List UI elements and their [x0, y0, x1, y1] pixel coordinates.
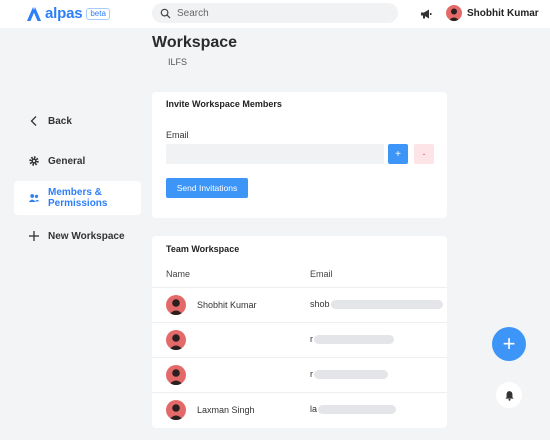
- user-silhouette-icon: [169, 299, 183, 315]
- megaphone-icon[interactable]: [420, 8, 432, 20]
- user-silhouette-icon: [169, 369, 183, 385]
- user-silhouette-icon: [169, 334, 183, 350]
- avatar: [166, 330, 186, 350]
- member-name: Laxman Singh: [197, 405, 255, 415]
- sidebar-item-label: Members & Permissions: [48, 187, 108, 209]
- page-title: Workspace: [152, 34, 238, 51]
- plus-icon: [28, 230, 40, 242]
- beta-badge: beta: [86, 7, 110, 20]
- avatar: [446, 5, 462, 21]
- send-invitations-button[interactable]: Send Invitations: [166, 178, 248, 198]
- sidebar-item-new-workspace[interactable]: New Workspace: [14, 219, 141, 253]
- sidebar-item-label: Back: [48, 115, 72, 127]
- member-name: Shobhit Kumar: [197, 300, 257, 310]
- user-name: Shobhit Kumar: [467, 7, 539, 19]
- email-prefix: r: [310, 369, 313, 379]
- email-prefix: la: [310, 404, 318, 414]
- team-card: Team Workspace Name Email Shobhit Kumar …: [152, 236, 447, 428]
- user-silhouette-icon: [169, 404, 183, 420]
- search-input[interactable]: [177, 7, 377, 19]
- search-bar[interactable]: [152, 3, 398, 23]
- member-email: r: [310, 369, 388, 379]
- member-email: la: [310, 404, 397, 414]
- alpas-logo-icon: [27, 6, 41, 21]
- gear-icon: [28, 155, 40, 167]
- member-email: r: [310, 334, 394, 344]
- column-header-email: Email: [310, 269, 333, 279]
- table-row[interactable]: Laxman Singh la: [152, 392, 447, 427]
- floating-add-button[interactable]: +: [492, 327, 526, 361]
- email-label: Email: [166, 130, 189, 140]
- add-email-button[interactable]: +: [388, 144, 408, 164]
- chevron-left-icon: [28, 115, 40, 127]
- redacted-email: [330, 299, 443, 309]
- redacted-email: [314, 369, 388, 379]
- invite-card: Invite Workspace Members Email + - Send …: [152, 92, 447, 218]
- sidebar-item-back[interactable]: Back: [14, 104, 141, 138]
- member-email: shob: [310, 299, 443, 309]
- avatar: [166, 365, 186, 385]
- sidebar-item-label: New Workspace: [48, 230, 125, 242]
- avatar: [166, 400, 186, 420]
- sidebar-item-general[interactable]: General: [14, 144, 141, 178]
- email-prefix: shob: [310, 299, 330, 309]
- remove-email-button[interactable]: -: [414, 144, 434, 164]
- team-card-title: Team Workspace: [166, 244, 240, 254]
- email-prefix: r: [310, 334, 313, 344]
- sidebar-item-label: General: [48, 155, 86, 167]
- app-logo[interactable]: alpas beta: [26, 5, 110, 22]
- bell-icon: [504, 390, 514, 401]
- redacted-email: [314, 334, 394, 344]
- redacted-email: [318, 404, 397, 414]
- table-row[interactable]: Shobhit Kumar shob: [152, 287, 447, 322]
- invite-card-title: Invite Workspace Members: [166, 99, 282, 109]
- top-bar: alpas beta Shobhit Kumar: [0, 0, 550, 28]
- user-silhouette-icon: [448, 8, 460, 21]
- column-header-name: Name: [166, 269, 191, 279]
- workspace-name: ILFS: [168, 57, 188, 67]
- users-icon: [28, 192, 40, 204]
- app-name: alpas: [45, 5, 83, 22]
- notifications-button[interactable]: [496, 382, 522, 408]
- invite-email-input[interactable]: [166, 144, 384, 164]
- sidebar-item-members-permissions[interactable]: Members & Permissions: [14, 181, 141, 215]
- avatar: [166, 295, 186, 315]
- table-row[interactable]: r: [152, 322, 447, 357]
- user-menu[interactable]: Shobhit Kumar: [446, 5, 539, 21]
- table-row[interactable]: r: [152, 357, 447, 392]
- search-icon: [160, 8, 171, 19]
